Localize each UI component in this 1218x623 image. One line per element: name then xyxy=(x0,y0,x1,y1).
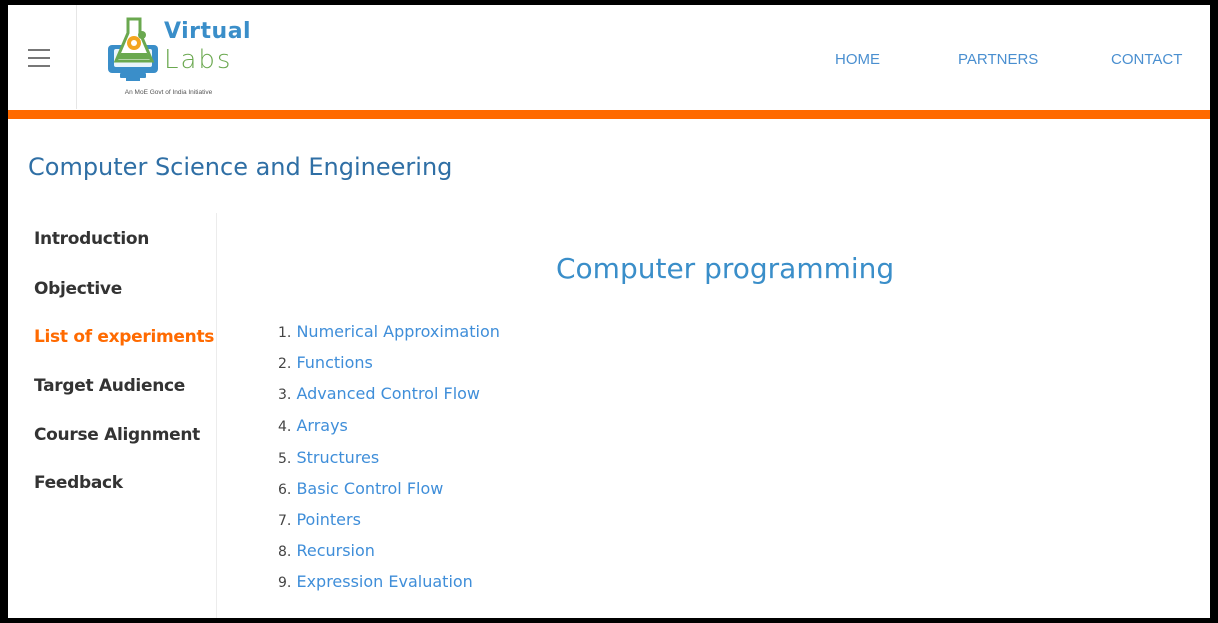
experiment-link[interactable]: Expression Evaluation xyxy=(296,572,472,591)
virtual-labs-logo[interactable]: Virtual Labs An MoE Govt of India Initia… xyxy=(106,15,251,103)
experiment-link[interactable]: Basic Control Flow xyxy=(296,479,443,498)
sidebar-item-course-alignment[interactable]: Course Alignment xyxy=(34,425,200,445)
nav-contact-link[interactable]: CONTACT xyxy=(1111,51,1182,68)
site-header: Virtual Labs An MoE Govt of India Initia… xyxy=(8,5,1210,109)
experiment-link[interactable]: Recursion xyxy=(296,541,374,560)
list-item-number: 9. xyxy=(278,575,292,591)
list-item: 6. Basic Control Flow xyxy=(278,479,443,498)
experiment-link[interactable]: Structures xyxy=(296,448,379,467)
sidebar-item-introduction[interactable]: Introduction xyxy=(34,229,149,249)
list-item-number: 3. xyxy=(278,387,292,403)
list-item: 1. Numerical Approximation xyxy=(278,322,500,341)
list-item: 3. Advanced Control Flow xyxy=(278,384,480,403)
list-item-number: 8. xyxy=(278,544,292,560)
list-item: 4. Arrays xyxy=(278,416,348,435)
menu-icon[interactable] xyxy=(28,49,50,69)
sidebar: Introduction Objective List of experimen… xyxy=(8,213,217,618)
list-item: 8. Recursion xyxy=(278,541,375,560)
browser-viewport: Virtual Labs An MoE Govt of India Initia… xyxy=(8,5,1210,618)
list-item-number: 6. xyxy=(278,482,292,498)
logo-line-2: Labs xyxy=(164,45,233,75)
page-title: Computer Science and Engineering xyxy=(28,153,453,181)
sidebar-item-list-of-experiments[interactable]: List of experiments xyxy=(34,327,214,347)
experiment-link[interactable]: Functions xyxy=(296,353,372,372)
sidebar-item-objective[interactable]: Objective xyxy=(34,279,122,299)
list-item: 9. Expression Evaluation xyxy=(278,572,473,591)
list-item-number: 2. xyxy=(278,356,292,372)
logo-tagline: An MoE Govt of India Initiative xyxy=(124,89,213,96)
sidebar-item-feedback[interactable]: Feedback xyxy=(34,473,123,493)
experiment-link[interactable]: Arrays xyxy=(296,416,347,435)
list-item: 2. Functions xyxy=(278,353,373,372)
list-item-number: 7. xyxy=(278,513,292,529)
header-accent-bar xyxy=(8,110,1210,119)
nav-partners-link[interactable]: PARTNERS xyxy=(958,51,1038,68)
header-divider xyxy=(76,5,77,109)
sidebar-item-target-audience[interactable]: Target Audience xyxy=(34,376,185,396)
list-item: 5. Structures xyxy=(278,448,379,467)
experiment-link[interactable]: Advanced Control Flow xyxy=(296,384,480,403)
experiment-link[interactable]: Numerical Approximation xyxy=(296,322,499,341)
list-item: 7. Pointers xyxy=(278,510,361,529)
nav-home-link[interactable]: HOME xyxy=(835,51,880,68)
flask-monitor-icon xyxy=(108,17,158,81)
logo-line-1: Virtual xyxy=(164,19,252,44)
content-title: Computer programming xyxy=(556,252,895,285)
list-item-number: 1. xyxy=(278,325,292,341)
experiment-link[interactable]: Pointers xyxy=(296,510,360,529)
list-item-number: 4. xyxy=(278,419,292,435)
list-item-number: 5. xyxy=(278,451,292,467)
